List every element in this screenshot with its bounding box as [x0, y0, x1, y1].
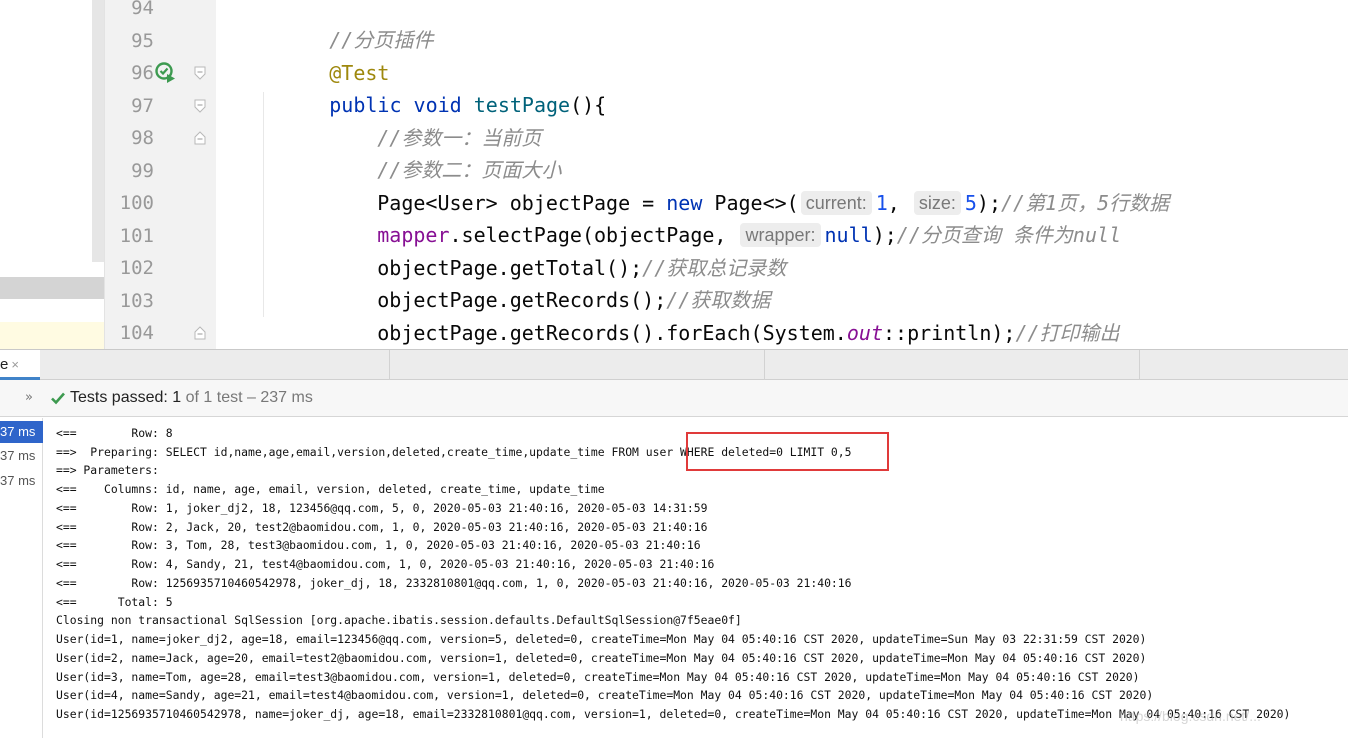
- console-line: User(id=1256935710460542978, name=joker_…: [56, 707, 1291, 721]
- line-number: 98: [131, 127, 154, 149]
- line-number: 99: [131, 160, 154, 182]
- gutter-line-95: 95: [104, 25, 216, 57]
- watermark: https://blog.csdn.net/...: [1120, 708, 1261, 724]
- test-status-text: Tests passed: 1 of 1 test – 237 ms: [70, 389, 313, 406]
- console-line: <== Row: 8: [56, 426, 173, 440]
- gutter-line-96: 96: [104, 57, 216, 89]
- project-panel-current-row: [0, 322, 104, 349]
- console-line: User(id=4, name=Sandy, age=21, email=tes…: [56, 688, 1154, 702]
- line-number: 104: [119, 322, 154, 344]
- code-line-103[interactable]: objectPage.getRecords().forEach(System.o…: [305, 285, 1119, 345]
- line-number: 97: [131, 95, 154, 117]
- code-line-94[interactable]: //分页插件: [257, 0, 433, 52]
- console-line: <== Row: 3, Tom, 28, test3@baomidou.com,…: [56, 538, 701, 552]
- fold-marker-icon[interactable]: [193, 66, 207, 80]
- console-line: Closing non transactional SqlSession [or…: [56, 613, 742, 627]
- line-number: 101: [119, 225, 154, 247]
- test-status-bar: » Tests passed: 1 of 1 test – 237 ms: [0, 380, 1348, 417]
- gutter-line-101: 101: [104, 220, 216, 252]
- tab-run[interactable]: e ×: [0, 350, 40, 380]
- test-tree-item[interactable]: 37 ms: [0, 445, 43, 467]
- gutter-line-99: 99: [104, 155, 216, 187]
- code-line-97[interactable]: //参数一：当前页: [305, 90, 541, 150]
- code-line-99[interactable]: Page<User> objectPage = new Page<>(curre…: [305, 155, 1169, 215]
- console-line: <== Total: 5: [56, 595, 173, 609]
- code-line-102[interactable]: objectPage.getRecords();//获取数据: [305, 252, 770, 312]
- run-test-passed-icon[interactable]: [155, 62, 177, 84]
- line-number: 100: [119, 192, 154, 214]
- tab-separator: [1139, 350, 1140, 380]
- code-line-98[interactable]: //参数二：页面大小: [305, 122, 561, 182]
- gutter-line-94: 94: [104, 0, 216, 24]
- line-number: 103: [119, 290, 154, 312]
- sql-highlight-box: [686, 432, 889, 471]
- console-line: <== Row: 2, Jack, 20, test2@baomidou.com…: [56, 520, 708, 534]
- gutter-line-100: 100: [104, 187, 216, 219]
- gutter-line-103: 103: [104, 285, 216, 317]
- project-panel-selected-row[interactable]: [0, 277, 104, 299]
- console-line: <== Row: 4, Sandy, 21, test4@baomidou.co…: [56, 557, 715, 571]
- gutter-line-102: 102: [104, 252, 216, 284]
- gutter-line-98: 98: [104, 122, 216, 154]
- console-line: <== Row: 1, joker_dj2, 18, 123456@qq.com…: [56, 501, 708, 515]
- console-line: User(id=1, name=joker_dj2, age=18, email…: [56, 632, 1147, 646]
- code-line-104[interactable]: }: [257, 317, 341, 349]
- line-number: 95: [131, 30, 154, 52]
- panel-divider[interactable]: [92, 0, 104, 262]
- gutter-line-104: 104: [104, 317, 216, 349]
- test-tree: 37 ms 37 ms 37 ms: [0, 418, 43, 738]
- line-number: 96: [131, 62, 154, 84]
- line-number: 94: [131, 0, 154, 19]
- expand-arrows-icon[interactable]: »: [25, 390, 33, 405]
- code-line-96[interactable]: public void testPage(){: [257, 57, 606, 117]
- tab-label: e: [0, 356, 9, 373]
- tab-separator: [389, 350, 390, 380]
- close-icon[interactable]: ×: [11, 357, 19, 372]
- console-line: User(id=3, name=Tom, age=28, email=test3…: [56, 670, 1140, 684]
- code-line-95[interactable]: @Test: [257, 25, 389, 85]
- code-line-100[interactable]: mapper.selectPage(objectPage, wrapper: nu…: [305, 187, 1121, 247]
- console-line: User(id=2, name=Jack, age=20, email=test…: [56, 651, 1147, 665]
- tab-separator: [764, 350, 765, 380]
- console-line: ==> Parameters:: [56, 463, 166, 477]
- fold-end-icon[interactable]: [193, 326, 207, 340]
- check-icon: [51, 392, 65, 405]
- console-line: <== Columns: id, name, age, email, versi…: [56, 482, 605, 496]
- code-editor[interactable]: 94 95 96 97 98 99 100 101 102 103 104 //…: [0, 0, 1348, 349]
- gutter-line-97: 97: [104, 90, 216, 122]
- test-tree-item[interactable]: 37 ms: [0, 470, 43, 492]
- line-number: 102: [119, 257, 154, 279]
- code-text-area[interactable]: //分页插件 @Test public void testPage(){ //参…: [216, 0, 1348, 349]
- code-line-101[interactable]: objectPage.getTotal();//获取总记录数: [305, 220, 786, 280]
- test-tree-item[interactable]: 37 ms: [0, 421, 43, 443]
- run-tab-bar: e ×: [0, 349, 1348, 380]
- console-line: <== Row: 1256935710460542978, joker_dj, …: [56, 576, 852, 590]
- fold-marker-icon[interactable]: [193, 99, 207, 113]
- fold-end-icon[interactable]: [193, 131, 207, 145]
